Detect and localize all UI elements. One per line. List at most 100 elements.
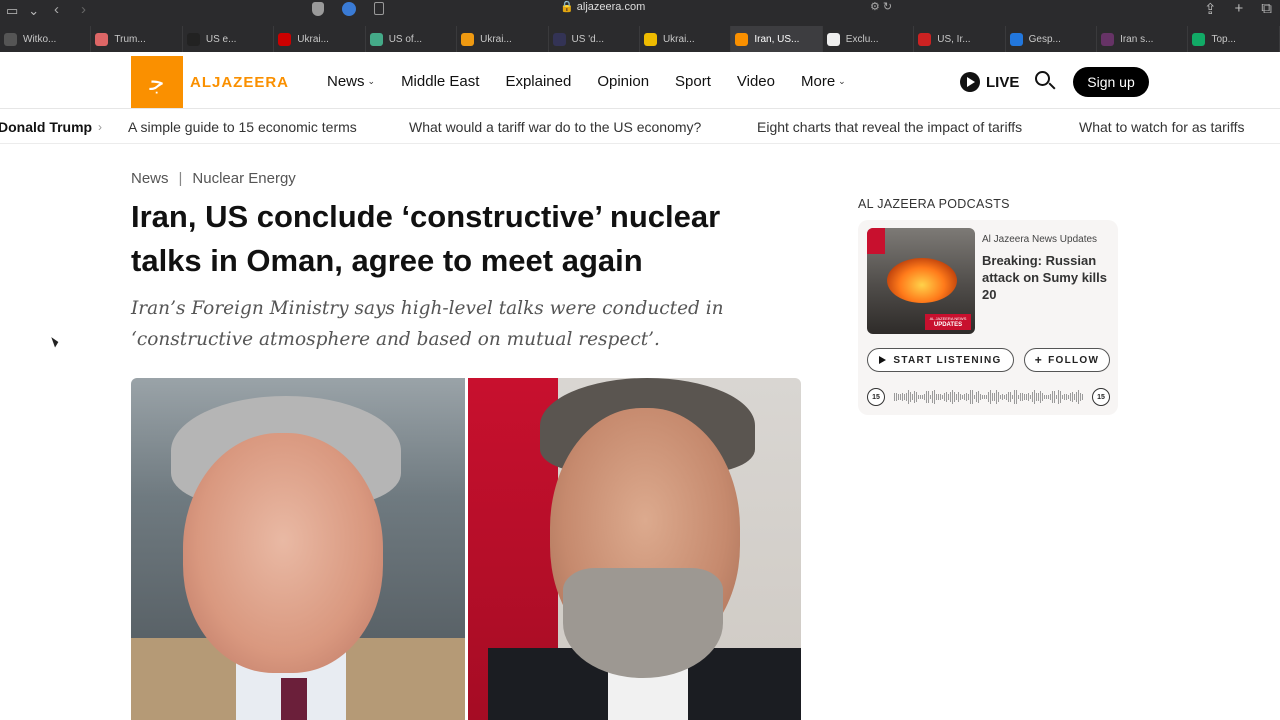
- podcast-card: AL JAZEERA NEWS UPDATES Al Jazeera News …: [858, 220, 1118, 415]
- thumbnail-label: AL JAZEERA NEWS UPDATES: [925, 314, 971, 330]
- podcast-episode-title[interactable]: Breaking: Russian attack on Sumy kills 2…: [982, 252, 1112, 303]
- tab-label: US e...: [205, 33, 237, 45]
- tab-favicon-icon: [95, 32, 109, 46]
- mouse-cursor: [51, 335, 60, 348]
- tab-bar: Witko... Trum... US e... Ukrai... US of... Uk…: [0, 26, 1280, 52]
- article-headline: Iran, US conclude ‘constructive’ nuclear…: [131, 199, 721, 278]
- forward-icon[interactable]: ›: [81, 1, 86, 18]
- tab-favicon-icon: [552, 32, 566, 46]
- chevron-right-icon: ›: [98, 119, 102, 134]
- browser-tab[interactable]: Trum...: [91, 26, 183, 52]
- tab-favicon-icon: [1101, 32, 1115, 46]
- nav-item-sport[interactable]: Sport: [675, 73, 711, 90]
- tab-favicon-icon: [735, 32, 749, 46]
- nav-label: Middle East: [401, 73, 480, 90]
- search-icon[interactable]: [1034, 70, 1056, 92]
- toolbar-right: ⇪ + ⧉: [1204, 0, 1272, 18]
- nav-item-news[interactable]: News ⌄: [327, 73, 375, 90]
- podcast-thumbnail[interactable]: AL JAZEERA NEWS UPDATES: [867, 228, 975, 334]
- browser-tab[interactable]: Ukrai...: [640, 26, 732, 52]
- nav-item-video[interactable]: Video: [737, 73, 775, 90]
- share-icon[interactable]: ⇪: [1204, 0, 1217, 18]
- breadcrumb-news[interactable]: News: [131, 170, 169, 187]
- trending-strip: Donald Trump › A simple guide to 15 econ…: [0, 110, 1280, 144]
- address-text: aljazeera.com: [576, 1, 646, 13]
- tab-label: Ukrai...: [480, 33, 512, 45]
- podcast-show-name[interactable]: Al Jazeera News Updates: [982, 234, 1097, 245]
- plus-icon: +: [1034, 353, 1044, 367]
- tab-favicon-icon: [278, 32, 292, 46]
- browser-tab[interactable]: Iran s...: [1097, 26, 1189, 52]
- site-header: ﺟ ALJAZEERA News ⌄ Middle East Explained Opi…: [0, 52, 1280, 109]
- nav-item-explained[interactable]: Explained: [505, 73, 571, 90]
- browser-tab[interactable]: US 'd...: [549, 26, 640, 52]
- nav-label: Opinion: [597, 73, 650, 90]
- skip-forward-icon[interactable]: 15: [1092, 388, 1110, 406]
- address-icons: [312, 2, 384, 16]
- back-icon[interactable]: ‹: [54, 1, 59, 18]
- breadcrumb-topic[interactable]: Nuclear Energy: [192, 170, 295, 187]
- browser-tab[interactable]: Gesp...: [1006, 26, 1098, 52]
- browser-tab[interactable]: Exclu...: [823, 26, 915, 52]
- trending-link[interactable]: What to watch for as tariffs: [1079, 119, 1244, 135]
- thumbnail-label-main: UPDATES: [933, 322, 963, 328]
- live-label: LIVE: [986, 73, 1020, 91]
- tab-favicon-icon: [643, 32, 657, 46]
- reload-icon[interactable]: ⚙ ↻: [870, 0, 892, 13]
- listen-label: START LISTENING: [893, 354, 1002, 366]
- tab-label: Witko...: [23, 33, 57, 45]
- nav-item-more[interactable]: More ⌄: [801, 73, 846, 90]
- article-standfirst: Iran’s Foreign Ministry says high-level …: [131, 298, 724, 350]
- live-button[interactable]: LIVE: [960, 72, 1019, 92]
- skip-back-icon[interactable]: 15: [867, 388, 885, 406]
- browser-tab[interactable]: US, Ir...: [914, 26, 1006, 52]
- tab-label: Top...: [1211, 33, 1236, 45]
- nav-label: News: [327, 73, 365, 90]
- trending-link[interactable]: Eight charts that reveal the impact of t…: [757, 119, 1022, 135]
- trending-topic[interactable]: Donald Trump: [0, 119, 92, 135]
- browser-tab[interactable]: US e...: [183, 26, 275, 52]
- breadcrumb: News | Nuclear Energy: [131, 170, 296, 187]
- chevron-down-icon: ⌄: [838, 76, 846, 86]
- tab-favicon-icon: [4, 32, 17, 46]
- tab-favicon-icon: [1009, 32, 1023, 46]
- tab-label: Ukrai...: [297, 33, 329, 45]
- nav-item-opinion[interactable]: Opinion: [597, 73, 649, 90]
- start-listening-button[interactable]: START LISTENING: [867, 348, 1014, 372]
- tab-label: Gesp...: [1028, 33, 1061, 45]
- logo-mark: ﺟ: [131, 56, 183, 108]
- address-bar[interactable]: 🔒 aljazeera.com: [560, 0, 645, 14]
- play-icon: [879, 356, 887, 364]
- browser-tab[interactable]: Top...: [1188, 26, 1280, 52]
- nav-item-middle-east[interactable]: Middle East: [401, 73, 479, 90]
- page-icon[interactable]: [374, 2, 384, 15]
- hero-photo-right: [468, 378, 801, 720]
- browser-tab[interactable]: Ukrai...: [274, 26, 366, 52]
- tab-overview-icon[interactable]: ⧉: [1261, 0, 1272, 18]
- follow-label: FOLLOW: [1048, 354, 1100, 366]
- nav-label: Video: [736, 73, 775, 90]
- chevron-down-icon[interactable]: ⌄: [28, 3, 39, 19]
- tab-label: Exclu...: [845, 33, 879, 45]
- browser-tab[interactable]: Witko...: [0, 26, 92, 52]
- nav-label: Sport: [675, 73, 711, 90]
- extension-icon[interactable]: [342, 2, 356, 16]
- trending-link[interactable]: A simple guide to 15 economic terms: [128, 119, 357, 135]
- podcasts-heading: AL JAZEERA PODCASTS: [858, 197, 1010, 211]
- tab-label: Iran s...: [1120, 33, 1154, 45]
- sidebar-toggle-icon[interactable]: ▭: [6, 3, 18, 19]
- new-tab-icon[interactable]: +: [1235, 0, 1244, 18]
- history-nav: ‹ ›: [54, 1, 86, 18]
- nav-label: More: [800, 73, 836, 90]
- browser-tab[interactable]: Ukrai...: [457, 26, 549, 52]
- trending-link[interactable]: What would a tariff war do to the US eco…: [409, 119, 701, 135]
- signup-button[interactable]: Sign up: [1073, 67, 1149, 97]
- browser-tab[interactable]: Iran, US...: [731, 26, 823, 52]
- site-logo[interactable]: ﺟ ALJAZEERA: [131, 56, 289, 108]
- tab-label: Ukrai...: [662, 33, 695, 45]
- follow-button[interactable]: + FOLLOW: [1024, 348, 1110, 372]
- audio-waveform[interactable]: [894, 388, 1084, 406]
- tab-favicon-icon: [461, 32, 475, 46]
- browser-tab[interactable]: US of...: [366, 26, 458, 52]
- shield-icon[interactable]: [312, 2, 324, 16]
